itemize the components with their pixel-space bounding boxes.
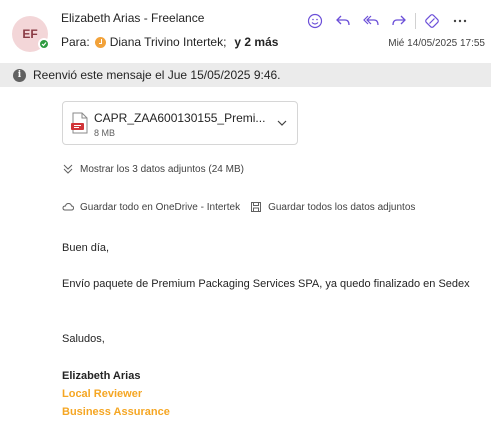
forwarded-banner: i Reenvió este mensaje el Jue 15/05/2025… xyxy=(0,63,491,87)
signature-role: Local Reviewer xyxy=(62,388,143,400)
away-status-icon xyxy=(94,36,106,48)
double-chevron-down-icon xyxy=(63,164,73,174)
forwarded-banner-text: Reenvió este mensaje el Jue 15/05/2025 9… xyxy=(33,68,281,82)
reply-all-icon[interactable] xyxy=(357,10,385,32)
more-icon[interactable] xyxy=(446,10,474,32)
presence-available-icon xyxy=(38,38,50,50)
reply-icon[interactable] xyxy=(329,10,357,32)
cloud-icon xyxy=(62,202,74,211)
smiley-icon[interactable] xyxy=(301,10,329,32)
to-label: Para: xyxy=(61,35,90,49)
message-paragraph: Envío paquete de Premium Packaging Servi… xyxy=(62,278,470,290)
toolbar-divider xyxy=(415,13,416,29)
message-closing: Saludos, xyxy=(62,333,105,345)
recipient-name[interactable]: Diana Trivino Intertek; xyxy=(110,35,227,49)
save-all-attachments-button[interactable]: Guardar todos los datos adjuntos xyxy=(268,202,415,213)
info-icon: i xyxy=(13,68,26,82)
chevron-down-icon[interactable] xyxy=(275,116,289,130)
message-greeting: Buen día, xyxy=(62,242,110,254)
attachment-name: CAPR_ZAA600130155_Premi... xyxy=(94,111,266,125)
sent-date: Mié 14/05/2025 17:55 xyxy=(388,38,485,49)
forward-icon[interactable] xyxy=(385,10,413,32)
signature-name: Elizabeth Arias xyxy=(62,370,141,382)
message-header: EF Elizabeth Arias - Freelance Para: Dia… xyxy=(0,0,491,60)
loop-icon[interactable] xyxy=(418,10,446,32)
attachment-card[interactable]: CAPR_ZAA600130155_Premi... 8 MB xyxy=(62,101,298,145)
message-actions-toolbar xyxy=(301,10,474,32)
signature-department: Business Assurance xyxy=(62,406,170,418)
recipients-line: Para: Diana Trivino Intertek; y 2 más xyxy=(61,35,278,49)
attachment-size: 8 MB xyxy=(94,128,116,138)
more-recipients-link[interactable]: y 2 más xyxy=(234,35,278,49)
save-icon xyxy=(251,202,262,212)
show-all-attachments-link[interactable]: Mostrar los 3 datos adjuntos (24 MB) xyxy=(62,163,244,175)
save-to-onedrive-button[interactable]: Guardar todo en OneDrive - Intertek xyxy=(80,202,240,213)
show-all-attachments-label: Mostrar los 3 datos adjuntos (24 MB) xyxy=(80,163,244,175)
save-attachments-row: Guardar todo en OneDrive - Intertek Guar… xyxy=(62,201,415,213)
sender-name[interactable]: Elizabeth Arias - Freelance xyxy=(61,11,204,25)
pdf-file-icon xyxy=(71,112,88,134)
